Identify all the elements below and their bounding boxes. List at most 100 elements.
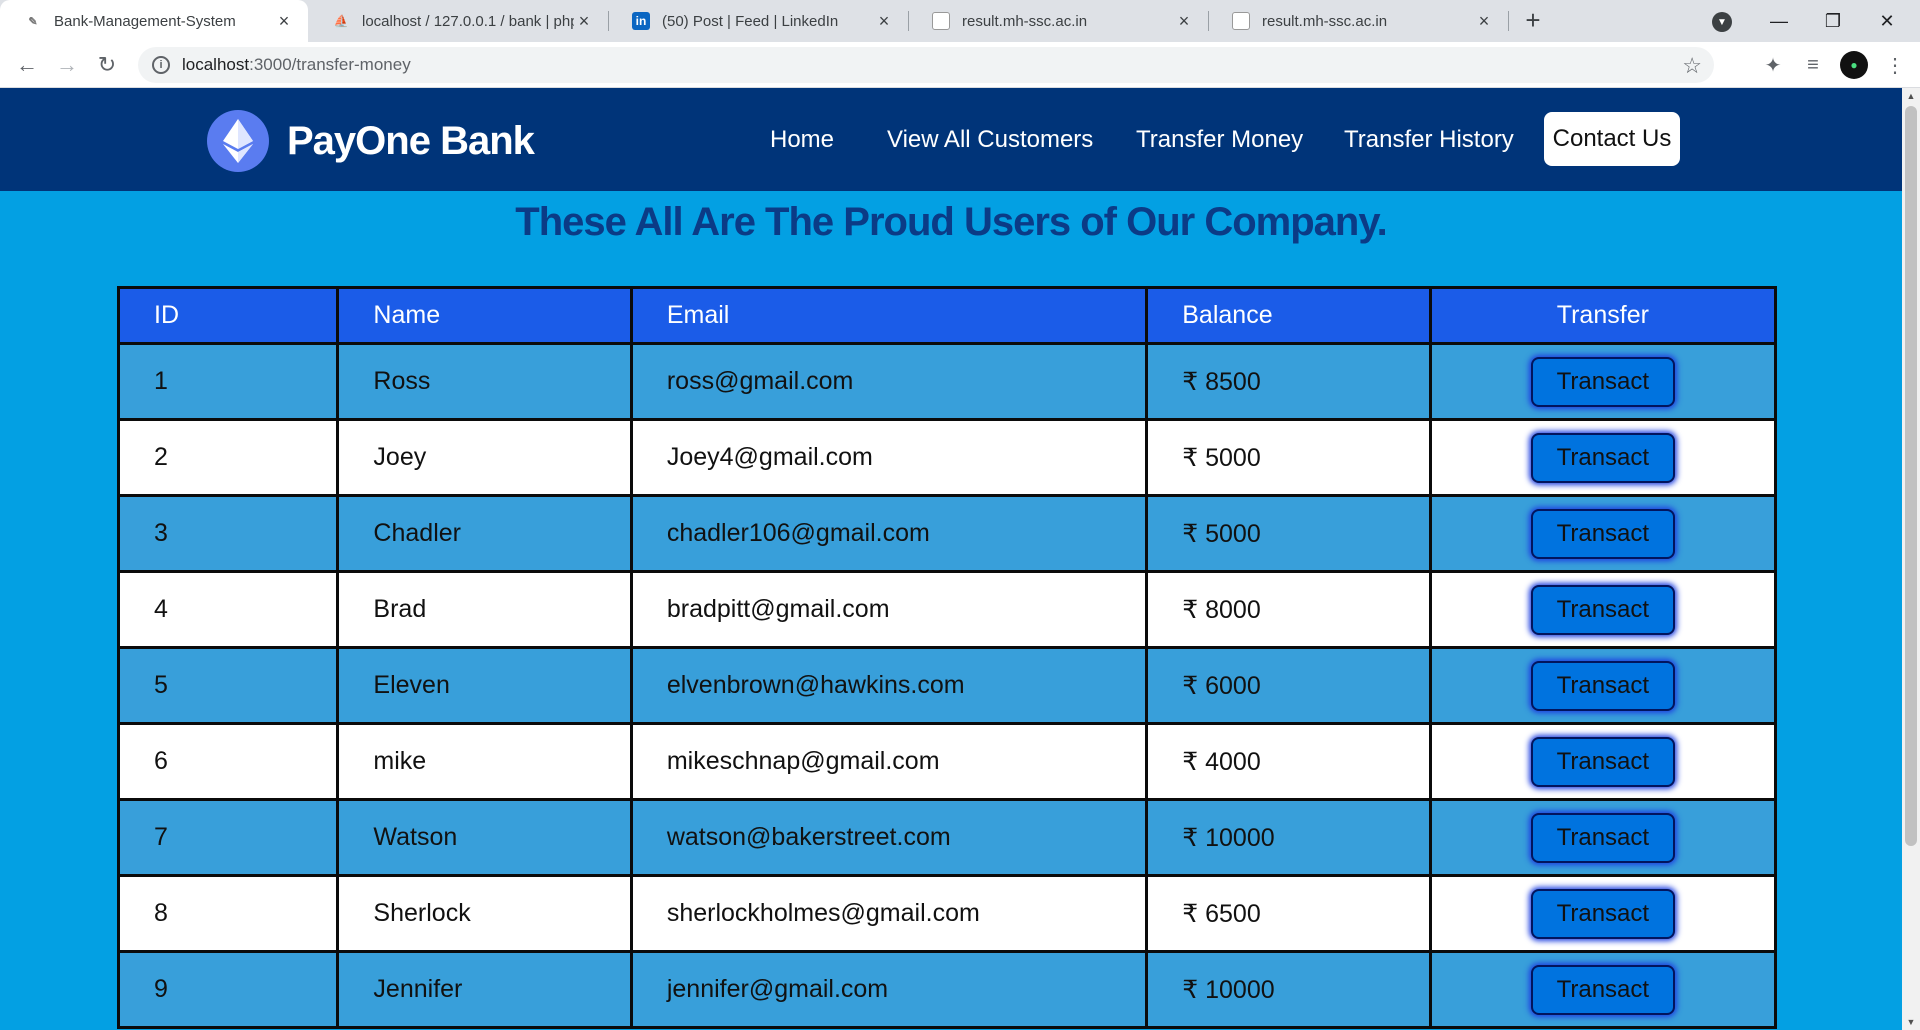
cell-transfer: Transact [1428, 570, 1778, 649]
minimize-icon[interactable]: — [1752, 0, 1806, 42]
profile-avatar[interactable]: ● [1840, 51, 1868, 79]
table-row: 9 Jennifer jennifer@gmail.com ₹ 10000 Tr… [116, 950, 1778, 1029]
scroll-down-arrow-icon[interactable]: ▼ [1902, 1014, 1920, 1030]
users-table: ID Name Email Balance Transfer 1 Ross ro… [116, 286, 1778, 1029]
nav-link-home[interactable]: Home [770, 126, 834, 154]
menu-kebab-icon[interactable]: ⋮ [1880, 50, 1910, 80]
cell-email: ross@gmail.com [629, 342, 1149, 421]
cell-email: jennifer@gmail.com [629, 950, 1149, 1029]
cell-transfer: Transact [1428, 494, 1778, 573]
tab-title: result.mh-ssc.ac.in [1262, 12, 1388, 30]
browser-toolbar: ← → ↻ i localhost:3000/transfer-money ☆ … [0, 42, 1920, 88]
page-favicon-icon [1232, 12, 1250, 30]
cell-name: Brad [336, 570, 633, 649]
site-navbar: PayOne Bank Home View All Customers Tran… [0, 88, 1902, 191]
cell-transfer: Transact [1428, 418, 1778, 497]
cell-email: chadler106@gmail.com [629, 494, 1149, 573]
transact-button[interactable]: Transact [1530, 432, 1675, 483]
cell-email: Joey4@gmail.com [629, 418, 1149, 497]
browser-tab-4[interactable]: result.mh-ssc.ac.in × [1208, 0, 1508, 42]
transact-button[interactable]: Transact [1530, 356, 1675, 407]
header-name: Name [336, 286, 633, 345]
url-path: :3000/transfer-money [249, 55, 411, 74]
table-row: 1 Ross ross@gmail.com ₹ 8500 Transact [116, 342, 1778, 421]
site-info-icon[interactable]: i [152, 56, 170, 74]
linkedin-favicon-icon: in [632, 12, 650, 30]
transact-button[interactable]: Transact [1530, 736, 1675, 787]
cell-id: 1 [116, 342, 340, 421]
cell-id: 5 [116, 646, 340, 725]
table-row: 4 Brad bradpitt@gmail.com ₹ 8000 Transac… [116, 570, 1778, 649]
ethereum-logo-icon [207, 110, 269, 172]
restore-icon[interactable]: ❐ [1806, 0, 1860, 42]
cell-email: mikeschnap@gmail.com [629, 722, 1149, 801]
page-favicon-icon [932, 12, 950, 30]
back-arrow-icon[interactable]: ← [12, 50, 42, 80]
new-tab-plus-icon[interactable]: + [1519, 6, 1547, 34]
browser-tab-2[interactable]: in (50) Post | Feed | LinkedIn × [608, 0, 908, 42]
cell-balance: ₹ 10000 [1145, 950, 1432, 1029]
transact-button[interactable]: Transact [1530, 660, 1675, 711]
media-playlist-icon[interactable]: ≡ [1798, 50, 1828, 80]
page-heading: These All Are The Proud Users of Our Com… [515, 200, 1387, 244]
cell-balance: ₹ 10000 [1145, 798, 1432, 877]
tab-separator [1508, 11, 1509, 31]
cell-email: elvenbrown@hawkins.com [629, 646, 1149, 725]
cell-id: 4 [116, 570, 340, 649]
address-bar[interactable]: i localhost:3000/transfer-money ☆ [138, 47, 1714, 83]
cell-balance: ₹ 5000 [1145, 418, 1432, 497]
cell-name: Sherlock [336, 874, 633, 953]
browser-tab-0[interactable]: ✎ Bank-Management-System × [0, 0, 308, 42]
scroll-up-arrow-icon[interactable]: ▲ [1902, 88, 1920, 104]
page-viewport: PayOne Bank Home View All Customers Tran… [0, 88, 1902, 1030]
cell-name: Eleven [336, 646, 633, 725]
address-bar-url[interactable]: localhost:3000/transfer-money [182, 55, 411, 75]
cell-name: Chadler [336, 494, 633, 573]
extensions-puzzle-icon[interactable]: ✦ [1758, 50, 1788, 80]
nav-link-view-all-customers[interactable]: View All Customers [887, 126, 1093, 154]
close-tab-icon[interactable]: × [1174, 11, 1194, 32]
transact-button[interactable]: Transact [1530, 964, 1675, 1015]
close-window-icon[interactable]: ✕ [1860, 0, 1914, 42]
nav-link-transfer-money[interactable]: Transfer Money [1136, 126, 1303, 154]
cell-id: 8 [116, 874, 340, 953]
table-header-row: ID Name Email Balance Transfer [116, 286, 1778, 345]
cell-transfer: Transact [1428, 646, 1778, 725]
close-tab-icon[interactable]: × [574, 11, 594, 32]
transact-button[interactable]: Transact [1530, 888, 1675, 939]
cell-id: 2 [116, 418, 340, 497]
cell-name: Watson [336, 798, 633, 877]
scrollbar-thumb[interactable] [1905, 106, 1917, 846]
close-tab-icon[interactable]: × [874, 11, 894, 32]
cell-transfer: Transact [1428, 798, 1778, 877]
nav-link-transfer-history[interactable]: Transfer History [1344, 126, 1514, 154]
close-tab-icon[interactable]: × [1474, 11, 1494, 32]
cell-name: Joey [336, 418, 633, 497]
page-scrollbar[interactable]: ▲ ▼ [1902, 88, 1920, 1030]
cell-id: 7 [116, 798, 340, 877]
brand[interactable]: PayOne Bank [207, 110, 535, 172]
tab-title: result.mh-ssc.ac.in [962, 12, 1088, 30]
header-email: Email [629, 286, 1149, 345]
contact-us-button[interactable]: Contact Us [1544, 112, 1680, 166]
cell-transfer: Transact [1428, 874, 1778, 953]
forward-arrow-icon[interactable]: → [52, 50, 82, 80]
browser-tab-1[interactable]: ⛵ localhost / 127.0.0.1 / bank | phpM × [308, 0, 608, 42]
transact-button[interactable]: Transact [1530, 584, 1675, 635]
reload-icon[interactable]: ↻ [92, 50, 122, 80]
transact-button[interactable]: Transact [1530, 508, 1675, 559]
browser-tab-3[interactable]: result.mh-ssc.ac.in × [908, 0, 1208, 42]
table-row: 7 Watson watson@bakerstreet.com ₹ 10000 … [116, 798, 1778, 877]
bookmark-star-icon[interactable]: ☆ [1682, 53, 1702, 79]
tab-title: (50) Post | Feed | LinkedIn [662, 12, 839, 30]
close-tab-icon[interactable]: × [274, 11, 294, 32]
table-row: 2 Joey Joey4@gmail.com ₹ 5000 Transact [116, 418, 1778, 497]
cell-email: bradpitt@gmail.com [629, 570, 1149, 649]
tab-search-chevron-icon[interactable]: ▼ [1712, 12, 1732, 32]
tab-title: localhost / 127.0.0.1 / bank | phpM [362, 12, 574, 30]
cell-transfer: Transact [1428, 722, 1778, 801]
cell-email: watson@bakerstreet.com [629, 798, 1149, 877]
transact-button[interactable]: Transact [1530, 812, 1675, 863]
app-favicon-icon: ✎ [28, 15, 38, 28]
cell-transfer: Transact [1428, 342, 1778, 421]
